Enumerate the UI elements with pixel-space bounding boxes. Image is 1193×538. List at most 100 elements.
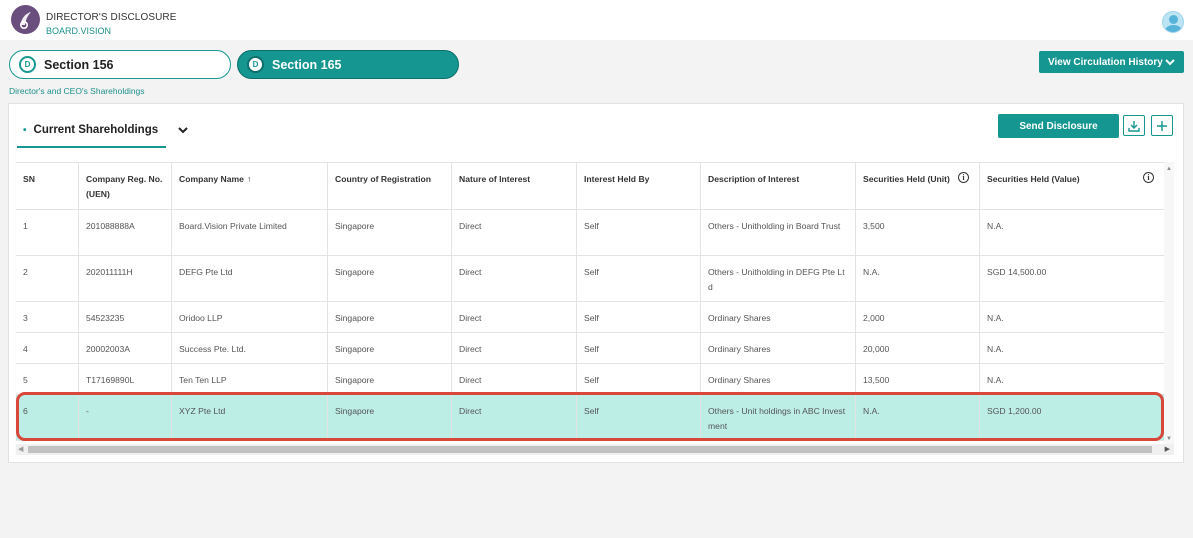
table-row[interactable]: 5 T17169890L Ten Ten LLP Singapore Direc… [16, 364, 1164, 395]
scroll-right-icon[interactable]: ▶ [1165, 445, 1170, 453]
cell-reg-no: 54523235 [79, 302, 172, 332]
disclosure-badge-icon: D [247, 56, 264, 73]
cell-held-by: Self [577, 256, 701, 301]
view-circulation-history-button[interactable]: View Circulation History [1039, 51, 1184, 73]
scroll-left-icon[interactable]: ◀ [18, 445, 23, 453]
cell-company-name: DEFG Pte Ltd [172, 256, 328, 301]
cell-securities-value: SGD 1,200.00 [987, 406, 1042, 416]
cell-description: Others - Unitholding in Board Trust [701, 210, 856, 255]
cell-securities-value: N.A. [987, 313, 1004, 323]
cell-company-name: XYZ Pte Ltd [172, 395, 328, 440]
cell-company-name: Board.Vision Private Limited [172, 210, 328, 255]
top-bar: DIRECTOR'S DISCLOSURE BOARD.VISION [0, 0, 1193, 40]
column-header-sn[interactable]: SN [16, 163, 79, 209]
table-row[interactable]: 2 202011111H DEFG Pte Ltd Singapore Dire… [16, 256, 1164, 302]
cell-nature: Direct [452, 302, 577, 332]
column-header-nature[interactable]: Nature of Interest [452, 163, 577, 209]
cell-sn: 2 [16, 256, 79, 301]
column-header-company-name[interactable]: Company Name ↑ [172, 163, 328, 209]
cell-company-name: Oridoo LLP [172, 302, 328, 332]
breadcrumb[interactable]: Director's and CEO's Shareholdings [9, 86, 145, 96]
cell-securities-value: N.A. [987, 221, 1004, 231]
download-button[interactable] [1123, 115, 1145, 136]
cell-securities-unit: 20,000 [856, 333, 980, 363]
tab-section-156[interactable]: D Section 156 [9, 50, 231, 79]
info-icon[interactable]: i [1143, 172, 1154, 183]
tab-section-165[interactable]: D Section 165 [237, 50, 459, 79]
cell-securities-value: N.A. [987, 344, 1004, 354]
app-subtitle: BOARD.VISION [46, 26, 112, 36]
cell-sn: 3 [16, 302, 79, 332]
cell-description: Others - Unitholding in DEFG Pte Ltd [701, 256, 856, 301]
cell-securities-value: N.A. [987, 375, 1004, 385]
scroll-down-icon[interactable]: ▼ [1166, 436, 1172, 442]
cell-securities-value: SGD 14,500.00 [987, 267, 1047, 277]
column-header-country[interactable]: Country of Registration [328, 163, 452, 209]
table-row[interactable]: 3 54523235 Oridoo LLP Singapore Direct S… [16, 302, 1164, 333]
plus-icon [1157, 120, 1167, 131]
bullet-icon: • [23, 124, 27, 136]
add-button[interactable] [1151, 115, 1173, 136]
chevron-down-icon[interactable] [177, 124, 189, 136]
cell-securities-unit: 2,000 [856, 302, 980, 332]
cell-nature: Direct [452, 256, 577, 301]
cell-securities-unit: 3,500 [856, 210, 980, 255]
cell-country: Singapore [328, 210, 452, 255]
cell-country: Singapore [328, 256, 452, 301]
cell-description: Others - Unit holdings in ABC Investment [701, 395, 856, 440]
cell-description: Ordinary Shares [701, 364, 856, 394]
cell-held-by: Self [577, 210, 701, 255]
cell-sn: 6 [16, 395, 79, 440]
cell-reg-no: - [79, 395, 172, 440]
app-title: DIRECTOR'S DISCLOSURE [46, 12, 177, 23]
vertical-scrollbar[interactable]: ▲ ▼ [1164, 162, 1174, 444]
cell-securities-unit: N.A. [856, 256, 980, 301]
tab-current-shareholdings[interactable]: • Current Shareholdings [17, 114, 166, 148]
cell-sn: 1 [16, 210, 79, 255]
download-icon [1128, 120, 1140, 132]
cell-country: Singapore [328, 333, 452, 363]
cell-reg-no: 202011111H [79, 256, 172, 301]
cell-description: Ordinary Shares [701, 333, 856, 363]
tab-label: Current Shareholdings [33, 124, 159, 136]
cell-company-name: Success Pte. Ltd. [172, 333, 328, 363]
column-header-reg-no[interactable]: Company Reg. No.(UEN) [79, 163, 172, 209]
cell-country: Singapore [328, 302, 452, 332]
cell-sn: 5 [16, 364, 79, 394]
table-row[interactable]: 1 201088888A Board.Vision Private Limite… [16, 210, 1164, 256]
app-logo[interactable] [11, 5, 40, 34]
cell-company-name: Ten Ten LLP [172, 364, 328, 394]
chevron-down-icon [1165, 59, 1175, 66]
scroll-up-icon[interactable]: ▲ [1166, 166, 1172, 172]
cell-sn: 4 [16, 333, 79, 363]
tab-label: Section 156 [44, 57, 114, 72]
table-header-row: SN Company Reg. No.(UEN) Company Name ↑ C… [16, 162, 1164, 210]
column-header-description[interactable]: Description of Interest [701, 163, 856, 209]
horizontal-scrollbar[interactable]: ◀ ▶ [16, 444, 1174, 455]
user-avatar-icon[interactable] [1162, 11, 1184, 33]
header-label: Company Name [179, 174, 244, 184]
cell-nature: Direct [452, 364, 577, 394]
cell-nature: Direct [452, 395, 577, 440]
cell-reg-no: 201088888A [79, 210, 172, 255]
cell-description: Ordinary Shares [701, 302, 856, 332]
send-disclosure-button[interactable]: Send Disclosure [998, 114, 1119, 138]
cell-held-by: Self [577, 395, 701, 440]
scrollbar-thumb[interactable] [28, 446, 1152, 453]
header-label: Securities Held (Value) [987, 174, 1080, 184]
table-row-selected[interactable]: 6 - XYZ Pte Ltd Singapore Direct Self Ot… [16, 395, 1164, 441]
table-row[interactable]: 4 20002003A Success Pte. Ltd. Singapore … [16, 333, 1164, 364]
info-icon[interactable]: i [958, 172, 969, 183]
disclosure-badge-icon: D [19, 56, 36, 73]
column-header-securities-value[interactable]: Securities Held (Value) i [980, 163, 1164, 209]
shareholdings-table: SN Company Reg. No.(UEN) Company Name ↑ C… [16, 162, 1164, 444]
column-header-securities-unit[interactable]: Securities Held (Unit) i [856, 163, 980, 209]
button-label: View Circulation History [1048, 56, 1163, 68]
column-header-held-by[interactable]: Interest Held By [577, 163, 701, 209]
sort-ascending-icon[interactable]: ↑ [247, 172, 251, 187]
cell-nature: Direct [452, 333, 577, 363]
cell-held-by: Self [577, 302, 701, 332]
cell-reg-no: 20002003A [79, 333, 172, 363]
cell-held-by: Self [577, 364, 701, 394]
cell-securities-unit: N.A. [856, 395, 980, 440]
